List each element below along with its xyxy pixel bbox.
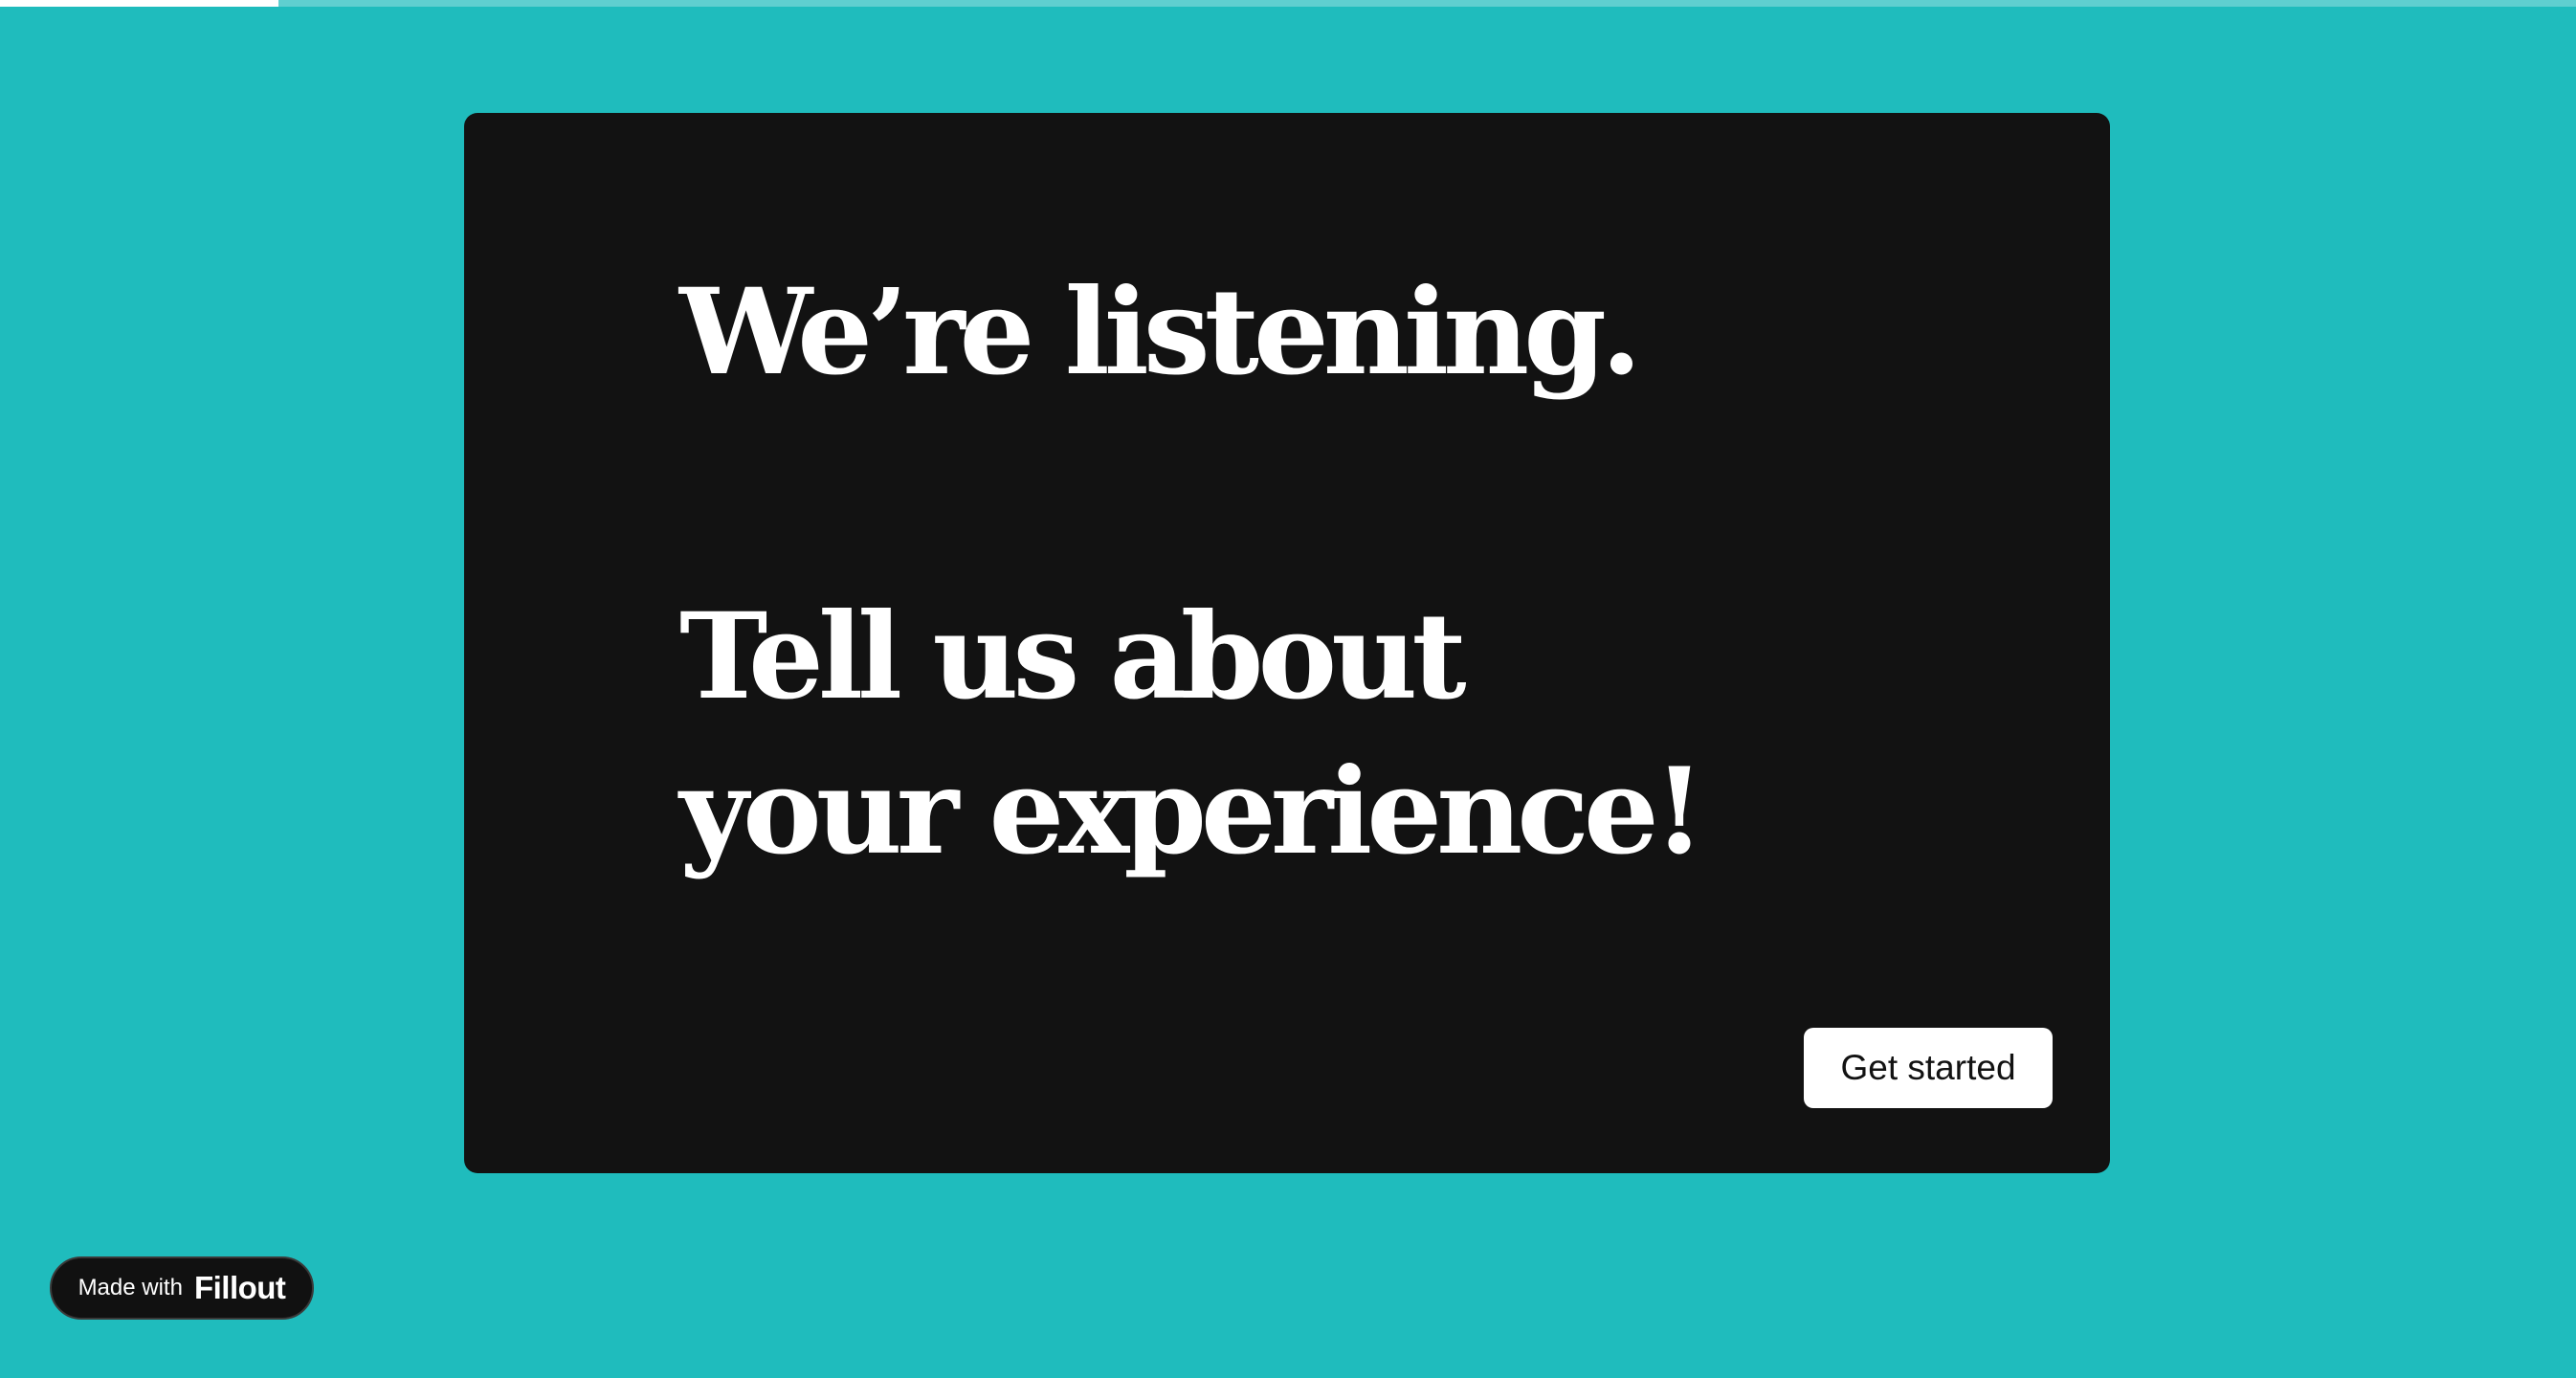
made-with-fillout-badge[interactable]: Made with Fillout (50, 1256, 314, 1320)
welcome-card: We’re listening. Tell us about your expe… (464, 113, 2110, 1173)
fillout-logo: Fillout (193, 1270, 286, 1305)
heading-subtitle-line-1: Tell us about (679, 588, 1467, 726)
progress-bar-fill (0, 0, 278, 7)
heading-title: We’re listening. (679, 263, 1642, 402)
made-with-label: Made with (78, 1275, 183, 1300)
heading-subtitle: Tell us about your experience! (679, 580, 1705, 890)
progress-bar (0, 0, 2576, 7)
heading-subtitle-line-2: your experience! (679, 743, 1705, 881)
get-started-button[interactable]: Get started (1804, 1028, 2053, 1108)
